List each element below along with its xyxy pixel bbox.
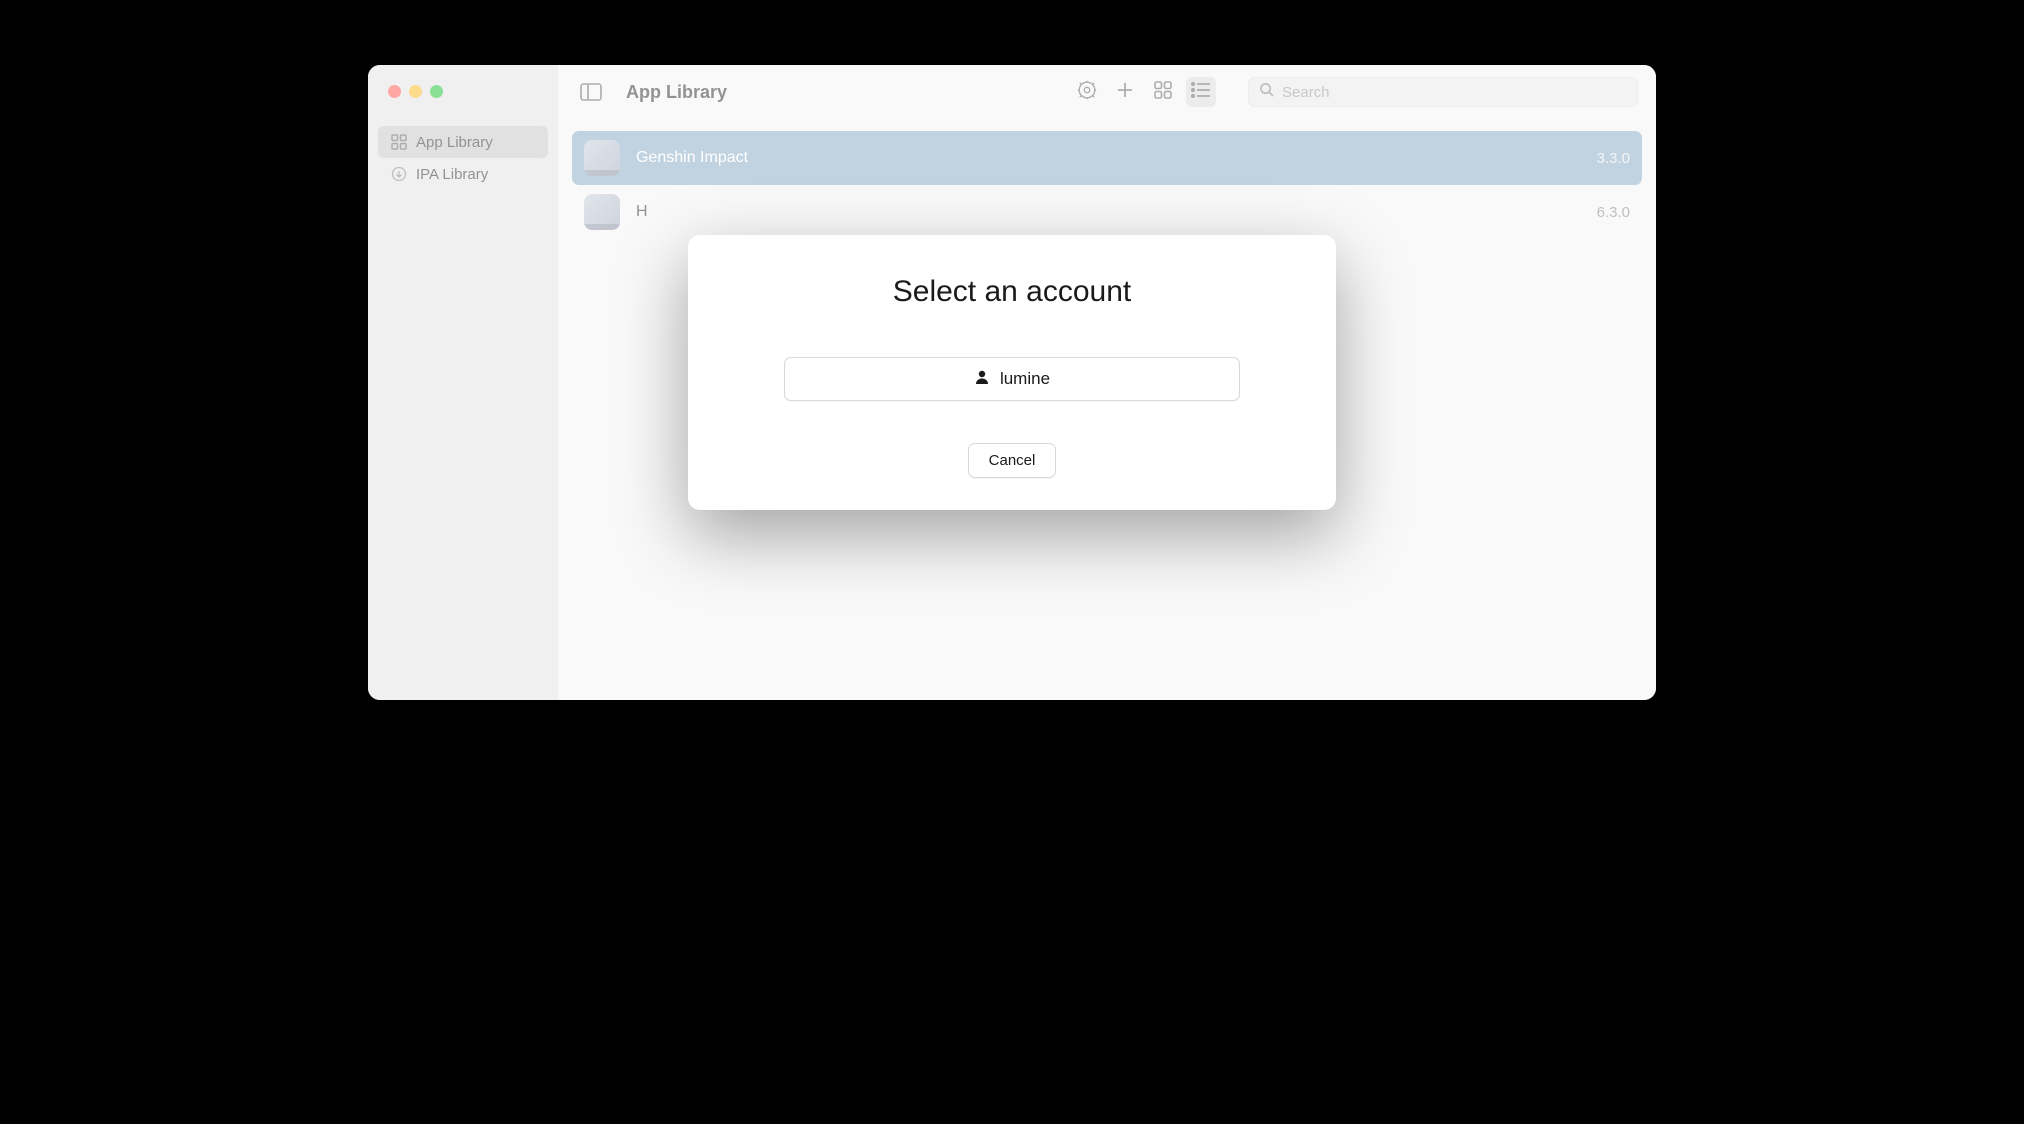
modal-backdrop: Select an account lumine Cancel xyxy=(368,65,1656,700)
cancel-button[interactable]: Cancel xyxy=(968,443,1057,478)
cancel-label: Cancel xyxy=(989,452,1036,469)
modal-title: Select an account xyxy=(736,275,1288,309)
app-window: App Library IPA Library App xyxy=(368,65,1656,700)
account-option-button[interactable]: lumine xyxy=(784,357,1240,401)
account-name-label: lumine xyxy=(1000,369,1050,389)
select-account-modal: Select an account lumine Cancel xyxy=(688,235,1336,510)
person-icon xyxy=(974,369,990,390)
